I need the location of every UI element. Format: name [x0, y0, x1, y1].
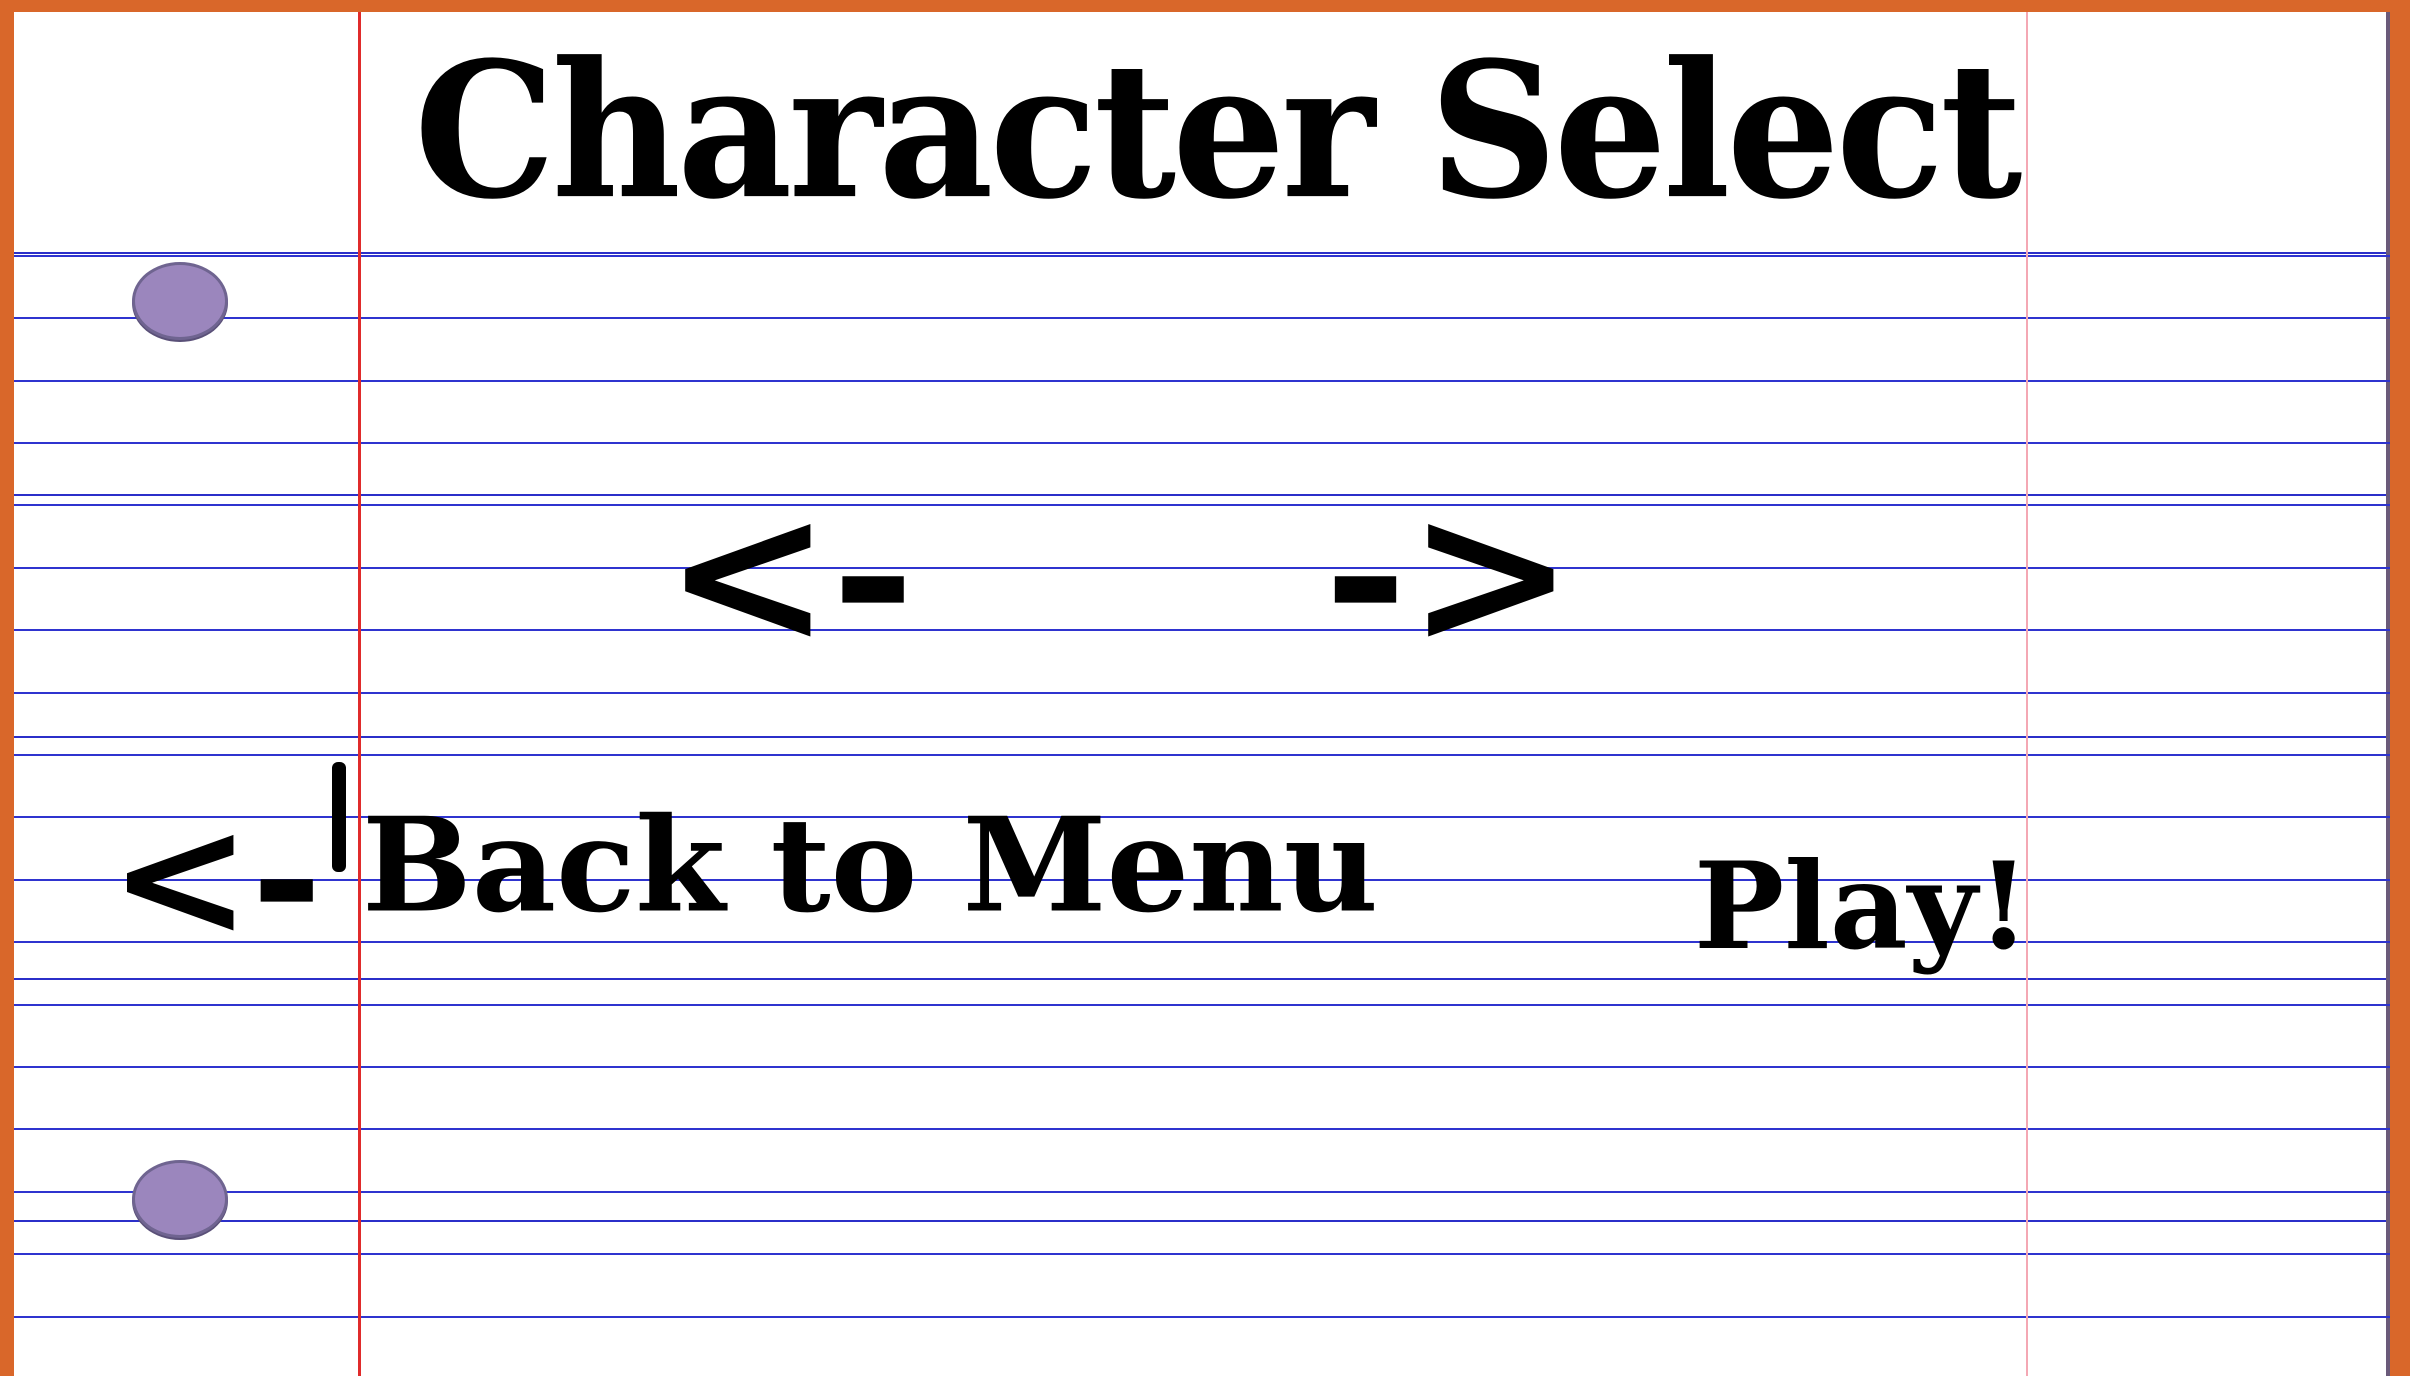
right-margin-line: [2026, 12, 2028, 1376]
rule-line: [14, 1128, 2390, 1130]
rule-line: [14, 442, 2390, 444]
rule-line: [14, 1191, 2390, 1193]
page-title: Character Select: [414, 20, 2022, 241]
next-character-button[interactable]: ->: [1324, 474, 1575, 674]
rule-line: [14, 380, 2390, 382]
rule-line: [14, 317, 2390, 319]
rule-line: [14, 567, 2390, 569]
rule-line: [14, 754, 2390, 756]
back-to-menu-label: Back to Menu: [362, 788, 1379, 942]
rule-line: [14, 255, 2390, 257]
rule-line: [14, 1253, 2390, 1255]
rule-line: [14, 692, 2390, 694]
punch-hole-top: [132, 262, 228, 340]
rule-line: [14, 1066, 2390, 1068]
rule-line: [14, 1316, 2390, 1318]
divider-stroke: [332, 762, 346, 872]
rule-line: [14, 629, 2390, 631]
rule-line: [14, 1004, 2390, 1006]
previous-character-button[interactable]: <-: [664, 474, 915, 674]
punch-hole-bottom: [132, 1160, 228, 1238]
screen-frame: Character Select <- -> <- Back to Menu Pl…: [0, 0, 2410, 1376]
back-arrow-icon: <-: [109, 777, 322, 977]
rule-line: [14, 504, 2390, 506]
back-to-menu-button[interactable]: <- Back to Menu: [109, 762, 1379, 977]
margin-line: [358, 12, 361, 1376]
play-button[interactable]: Play!: [1694, 847, 2030, 967]
notebook-paper: Character Select <- -> <- Back to Menu Pl…: [14, 12, 2390, 1376]
